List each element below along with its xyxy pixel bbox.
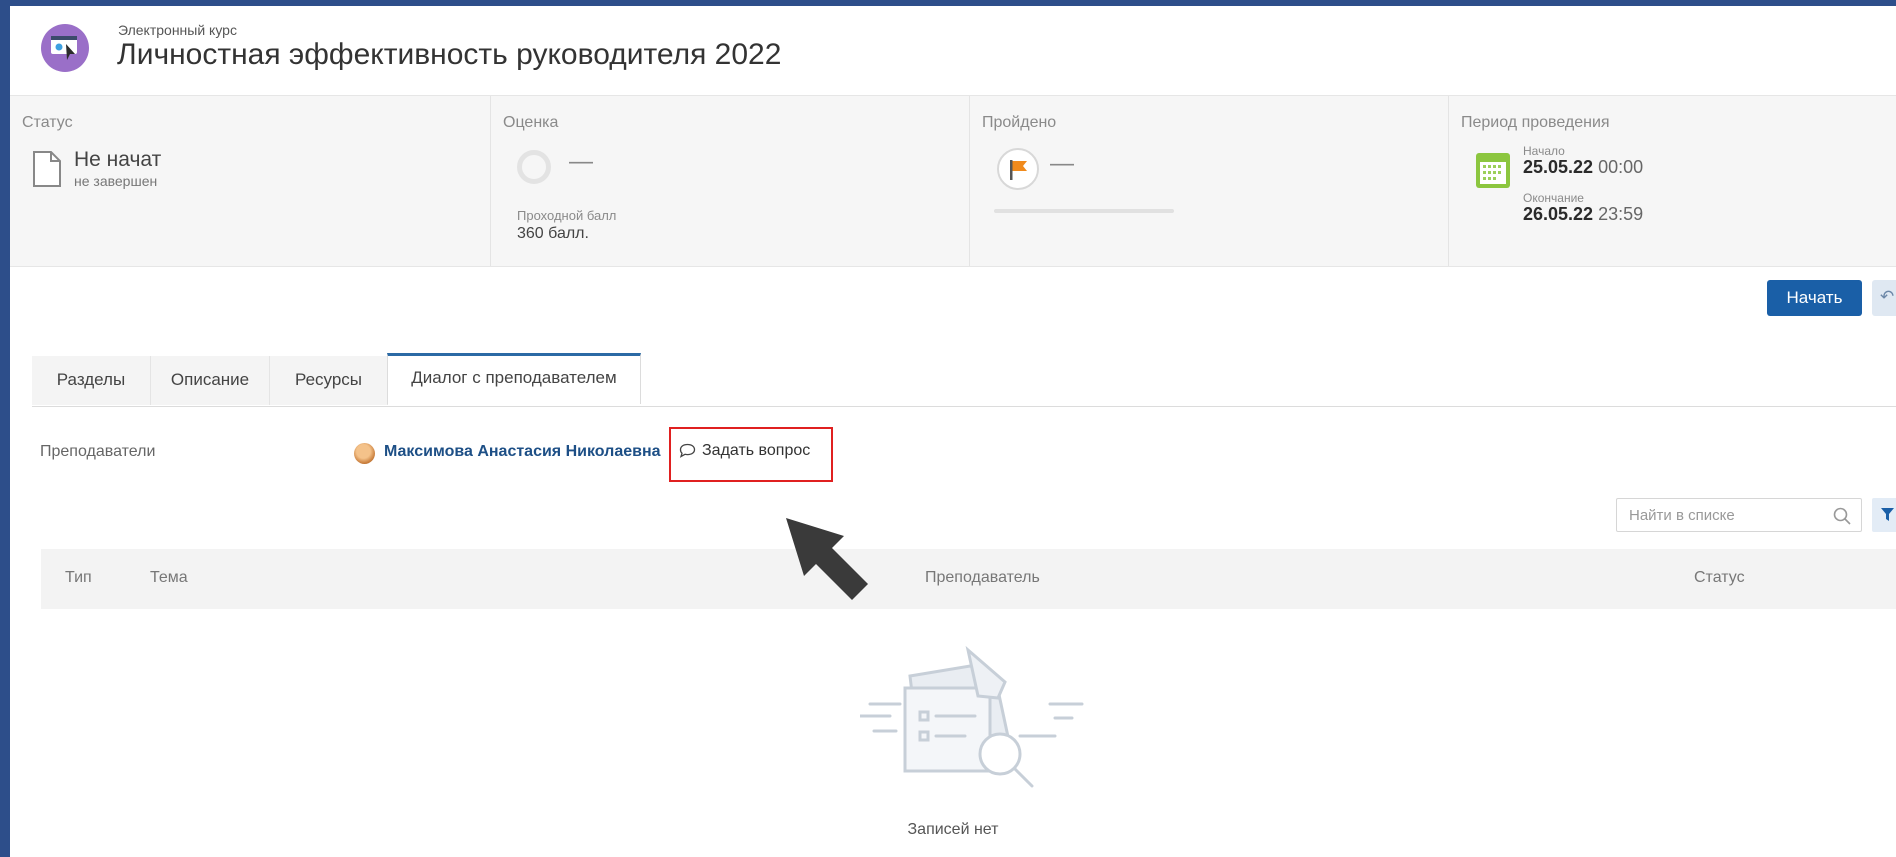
tab-description[interactable]: Описание [151, 356, 270, 405]
column-status[interactable]: Статус [1694, 569, 1745, 587]
status-sub: не завершен [74, 173, 158, 189]
empty-list-icon [860, 645, 1084, 788]
period-start-date: 25.05.22 [1523, 157, 1594, 177]
pointer-arrow-icon [786, 518, 868, 600]
back-button[interactable]: ↶ [1872, 280, 1896, 316]
teacher-name-link[interactable]: Максимова Анастасия Николаевна [384, 443, 661, 461]
speech-bubble-icon [679, 443, 696, 458]
period-end-label: Окончание [1523, 191, 1584, 205]
course-stats-panel: Статус Не начат не завершен Оценка — Про… [10, 95, 1896, 267]
grade-value: — [569, 148, 593, 175]
course-header: Электронный курс Личностная эффективност… [10, 6, 1896, 94]
search-placeholder: Найти в списке [1629, 507, 1735, 524]
document-icon [33, 151, 61, 187]
start-button[interactable]: Начать [1767, 280, 1862, 316]
avatar [354, 443, 375, 464]
tab-sections[interactable]: Разделы [32, 356, 151, 405]
period-end-date: 26.05.22 [1523, 204, 1594, 224]
tab-teacher-dialog[interactable]: Диалог с преподавателем [387, 353, 641, 404]
status-value: Не начат [74, 148, 162, 171]
status-block: Статус Не начат не завершен [10, 96, 490, 266]
grade-label: Оценка [503, 114, 559, 131]
table-header: Тип Тема Преподаватель Статус [41, 549, 1896, 609]
calendar-icon [1476, 153, 1510, 188]
period-start-label: Начало [1523, 144, 1565, 158]
search-icon[interactable] [1833, 507, 1851, 525]
period-block: Период проведения Начало 25.05.22 00:00 … [1448, 96, 1896, 266]
column-teacher[interactable]: Преподаватель [925, 569, 1040, 587]
column-topic[interactable]: Тема [150, 569, 188, 587]
search-input[interactable]: Найти в списке [1616, 498, 1862, 532]
pass-score-value: 360 балл. [517, 225, 589, 242]
passed-block: Пройдено — [969, 96, 1449, 266]
pass-score-label: Проходной балл [517, 208, 617, 223]
grade-ring-icon [517, 150, 551, 184]
progress-bar [994, 209, 1174, 213]
undo-arrow-icon: ↶ [1880, 287, 1895, 306]
flag-icon [997, 148, 1039, 190]
ask-question-label: Задать вопрос [702, 442, 811, 459]
app-window: Электронный курс Личностная эффективност… [10, 6, 1896, 857]
ask-question-button[interactable]: Задать вопрос [679, 442, 810, 460]
filter-button[interactable] [1872, 498, 1896, 532]
teachers-label: Преподаватели [40, 443, 156, 460]
status-label: Статус [22, 114, 73, 131]
grade-block: Оценка — Проходной балл 360 балл. [490, 96, 970, 266]
empty-state-text: Записей нет [907, 821, 999, 838]
passed-label: Пройдено [982, 114, 1057, 131]
course-logo-icon [41, 24, 89, 72]
period-end: 26.05.22 23:59 [1523, 204, 1643, 225]
filter-icon [1881, 508, 1894, 521]
tab-bar: Разделы Описание Ресурсы Диалог с препод… [32, 353, 1896, 407]
period-start: 25.05.22 00:00 [1523, 157, 1643, 178]
course-type: Электронный курс [118, 22, 237, 38]
period-start-time: 00:00 [1598, 157, 1644, 177]
period-label: Период проведения [1461, 114, 1610, 131]
passed-value: — [1050, 150, 1074, 177]
period-end-time: 23:59 [1598, 204, 1644, 224]
page-title: Личностная эффективность руководителя 20… [117, 38, 782, 71]
tab-resources[interactable]: Ресурсы [270, 356, 388, 405]
column-type[interactable]: Тип [65, 569, 92, 587]
